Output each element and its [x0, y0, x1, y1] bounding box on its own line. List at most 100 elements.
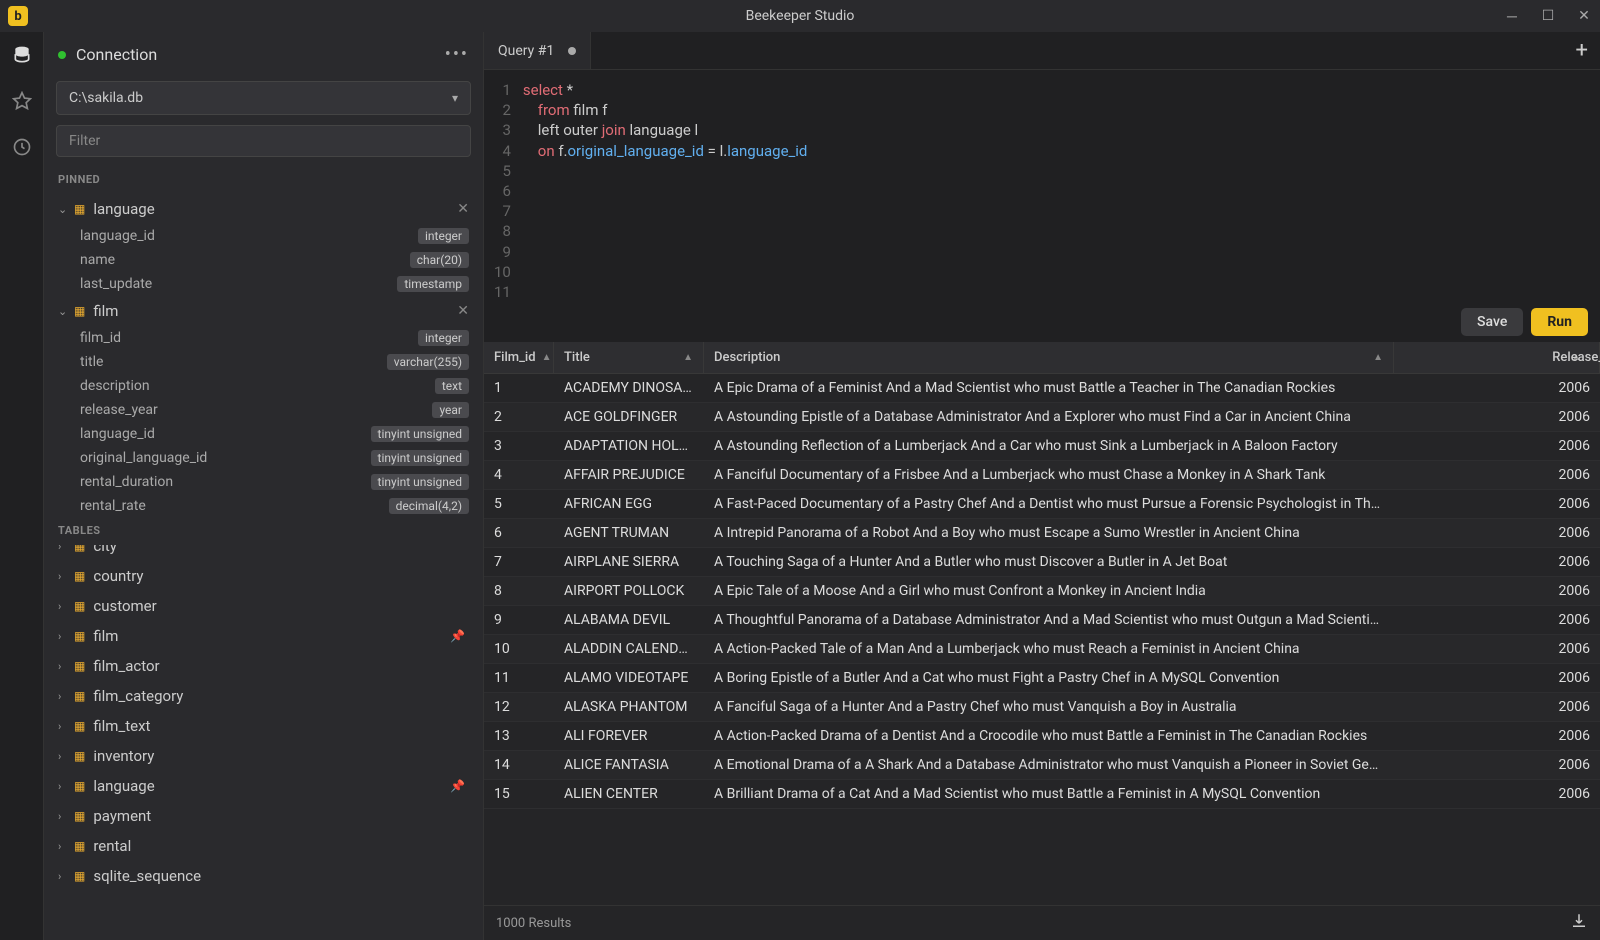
query-tab[interactable]: Query #1 — [484, 32, 591, 69]
result-row[interactable]: 15 ALIEN CENTER A Brilliant Drama of a C… — [484, 780, 1600, 809]
table-node[interactable]: › ▦ film_text — [44, 711, 483, 741]
table-name: film_actor — [93, 657, 469, 675]
table-icon: ▦ — [74, 809, 85, 823]
column-header[interactable]: ▲Release_year — [1394, 342, 1600, 373]
filter-input[interactable]: Filter — [56, 125, 471, 157]
table-node[interactable]: › ▦ country — [44, 561, 483, 591]
result-row[interactable]: 1 ACADEMY DINOSAUR A Epic Drama of a Fem… — [484, 374, 1600, 403]
cell: 2006 — [1530, 554, 1600, 570]
result-row[interactable]: 8 AIRPORT POLLOCK A Epic Tale of a Moose… — [484, 577, 1600, 606]
connection-menu-button[interactable]: ••• — [445, 44, 469, 65]
column-row[interactable]: name char(20) — [44, 248, 483, 272]
pinned-table-node[interactable]: ⌄ ▦ language ✕ — [44, 194, 483, 224]
table-node[interactable]: › ▦ film 📌 — [44, 621, 483, 651]
unpin-icon[interactable]: ✕ — [457, 303, 469, 319]
cell: 3 — [484, 438, 554, 454]
result-row[interactable]: 6 AGENT TRUMAN A Intrepid Panorama of a … — [484, 519, 1600, 548]
column-type: timestamp — [397, 276, 469, 292]
history-icon[interactable] — [11, 136, 33, 158]
column-row[interactable]: language_id integer — [44, 224, 483, 248]
save-button[interactable]: Save — [1461, 308, 1523, 336]
chevron-down-icon: ▾ — [452, 91, 458, 105]
unpin-icon[interactable]: ✕ — [457, 201, 469, 217]
cell: A Fanciful Saga of a Hunter And a Pastry… — [704, 699, 1394, 715]
column-name: title — [80, 354, 387, 370]
star-icon[interactable] — [11, 90, 33, 112]
table-icon: ▦ — [74, 599, 85, 613]
cell: 2006 — [1530, 728, 1600, 744]
result-row[interactable]: 11 ALAMO VIDEOTAPE A Boring Epistle of a… — [484, 664, 1600, 693]
column-row[interactable]: rental_duration tinyint unsigned — [44, 470, 483, 494]
result-row[interactable]: 10 ALADDIN CALENDAR A Action-Packed Tale… — [484, 635, 1600, 664]
table-node[interactable]: › ▦ city — [44, 545, 483, 561]
column-type: char(20) — [410, 252, 469, 268]
column-row[interactable]: last_update timestamp — [44, 272, 483, 296]
cell: A Epic Tale of a Moose And a Girl who mu… — [704, 583, 1394, 599]
result-row[interactable]: 5 AFRICAN EGG A Fast-Paced Documentary o… — [484, 490, 1600, 519]
table-node[interactable]: › ▦ payment — [44, 801, 483, 831]
table-name: language — [93, 200, 457, 218]
table-node[interactable]: › ▦ customer — [44, 591, 483, 621]
column-row[interactable]: language_id tinyint unsigned — [44, 422, 483, 446]
add-tab-button[interactable]: + — [1576, 38, 1588, 63]
download-icon[interactable] — [1570, 912, 1588, 934]
column-type: integer — [418, 228, 469, 244]
titlebar: b Beekeeper Studio ─ ☐ ✕ — [0, 0, 1600, 32]
table-icon: ▦ — [74, 749, 85, 763]
result-row[interactable]: 4 AFFAIR PREJUDICE A Fanciful Documentar… — [484, 461, 1600, 490]
result-row[interactable]: 9 ALABAMA DEVIL A Thoughtful Panorama of… — [484, 606, 1600, 635]
column-name: last_update — [80, 276, 397, 292]
column-header[interactable]: Description▲ — [704, 342, 1394, 373]
column-row[interactable]: title varchar(255) — [44, 350, 483, 374]
minimize-icon[interactable]: ─ — [1504, 8, 1520, 24]
cell: 8 — [484, 583, 554, 599]
table-icon: ▦ — [74, 659, 85, 673]
table-name: film_category — [93, 687, 469, 705]
cell: 4 — [484, 467, 554, 483]
column-row[interactable]: description text — [44, 374, 483, 398]
table-icon: ▦ — [74, 779, 85, 793]
table-name: film_text — [93, 717, 469, 735]
table-node[interactable]: › ▦ sqlite_sequence — [44, 861, 483, 891]
column-row[interactable]: rental_rate decimal(4,2) — [44, 494, 483, 514]
database-icon[interactable] — [11, 44, 33, 66]
column-row[interactable]: original_language_id tinyint unsigned — [44, 446, 483, 470]
column-header[interactable]: Title▲ — [554, 342, 704, 373]
table-node[interactable]: › ▦ rental — [44, 831, 483, 861]
connection-header: Connection ••• — [44, 32, 483, 77]
cell: 2006 — [1530, 409, 1600, 425]
cell: A Action-Packed Tale of a Man And a Lumb… — [704, 641, 1394, 657]
editor-area: Query #1 + 12345678910111213 select * fr… — [484, 32, 1600, 940]
sql-editor[interactable]: 12345678910111213 select * from film f l… — [484, 70, 1600, 302]
cell: A Astounding Epistle of a Database Admin… — [704, 409, 1394, 425]
table-node[interactable]: › ▦ film_category — [44, 681, 483, 711]
database-select[interactable]: C:\sakila.db ▾ — [56, 81, 471, 115]
pinned-table-node[interactable]: ⌄ ▦ film ✕ — [44, 296, 483, 326]
table-icon: ▦ — [74, 202, 85, 216]
cell: A Astounding Reflection of a Lumberjack … — [704, 438, 1394, 454]
chevron-down-icon: ⌄ — [58, 305, 68, 318]
column-row[interactable]: film_id integer — [44, 326, 483, 350]
cell: 2006 — [1530, 583, 1600, 599]
cell: ALADDIN CALENDAR — [554, 641, 704, 657]
close-window-icon[interactable]: ✕ — [1576, 8, 1592, 24]
result-row[interactable]: 7 AIRPLANE SIERRA A Touching Saga of a H… — [484, 548, 1600, 577]
result-row[interactable]: 14 ALICE FANTASIA A Emotional Drama of a… — [484, 751, 1600, 780]
column-header[interactable]: Film_id▲ — [484, 342, 554, 373]
result-row[interactable]: 2 ACE GOLDFINGER A Astounding Epistle of… — [484, 403, 1600, 432]
table-name: language — [93, 777, 450, 795]
run-button[interactable]: Run — [1531, 308, 1588, 336]
result-row[interactable]: 3 ADAPTATION HOLES A Astounding Reflecti… — [484, 432, 1600, 461]
maximize-icon[interactable]: ☐ — [1540, 8, 1556, 24]
cell: AFRICAN EGG — [554, 496, 704, 512]
cell: A Epic Drama of a Feminist And a Mad Sci… — [704, 380, 1394, 396]
chevron-right-icon: › — [58, 750, 68, 763]
column-row[interactable]: release_year year — [44, 398, 483, 422]
result-row[interactable]: 13 ALI FOREVER A Action-Packed Drama of … — [484, 722, 1600, 751]
sort-icon: ▲ — [683, 352, 693, 363]
table-node[interactable]: › ▦ language 📌 — [44, 771, 483, 801]
table-node[interactable]: › ▦ inventory — [44, 741, 483, 771]
tab-bar: Query #1 + — [484, 32, 1600, 70]
result-row[interactable]: 12 ALASKA PHANTOM A Fanciful Saga of a H… — [484, 693, 1600, 722]
table-node[interactable]: › ▦ film_actor — [44, 651, 483, 681]
